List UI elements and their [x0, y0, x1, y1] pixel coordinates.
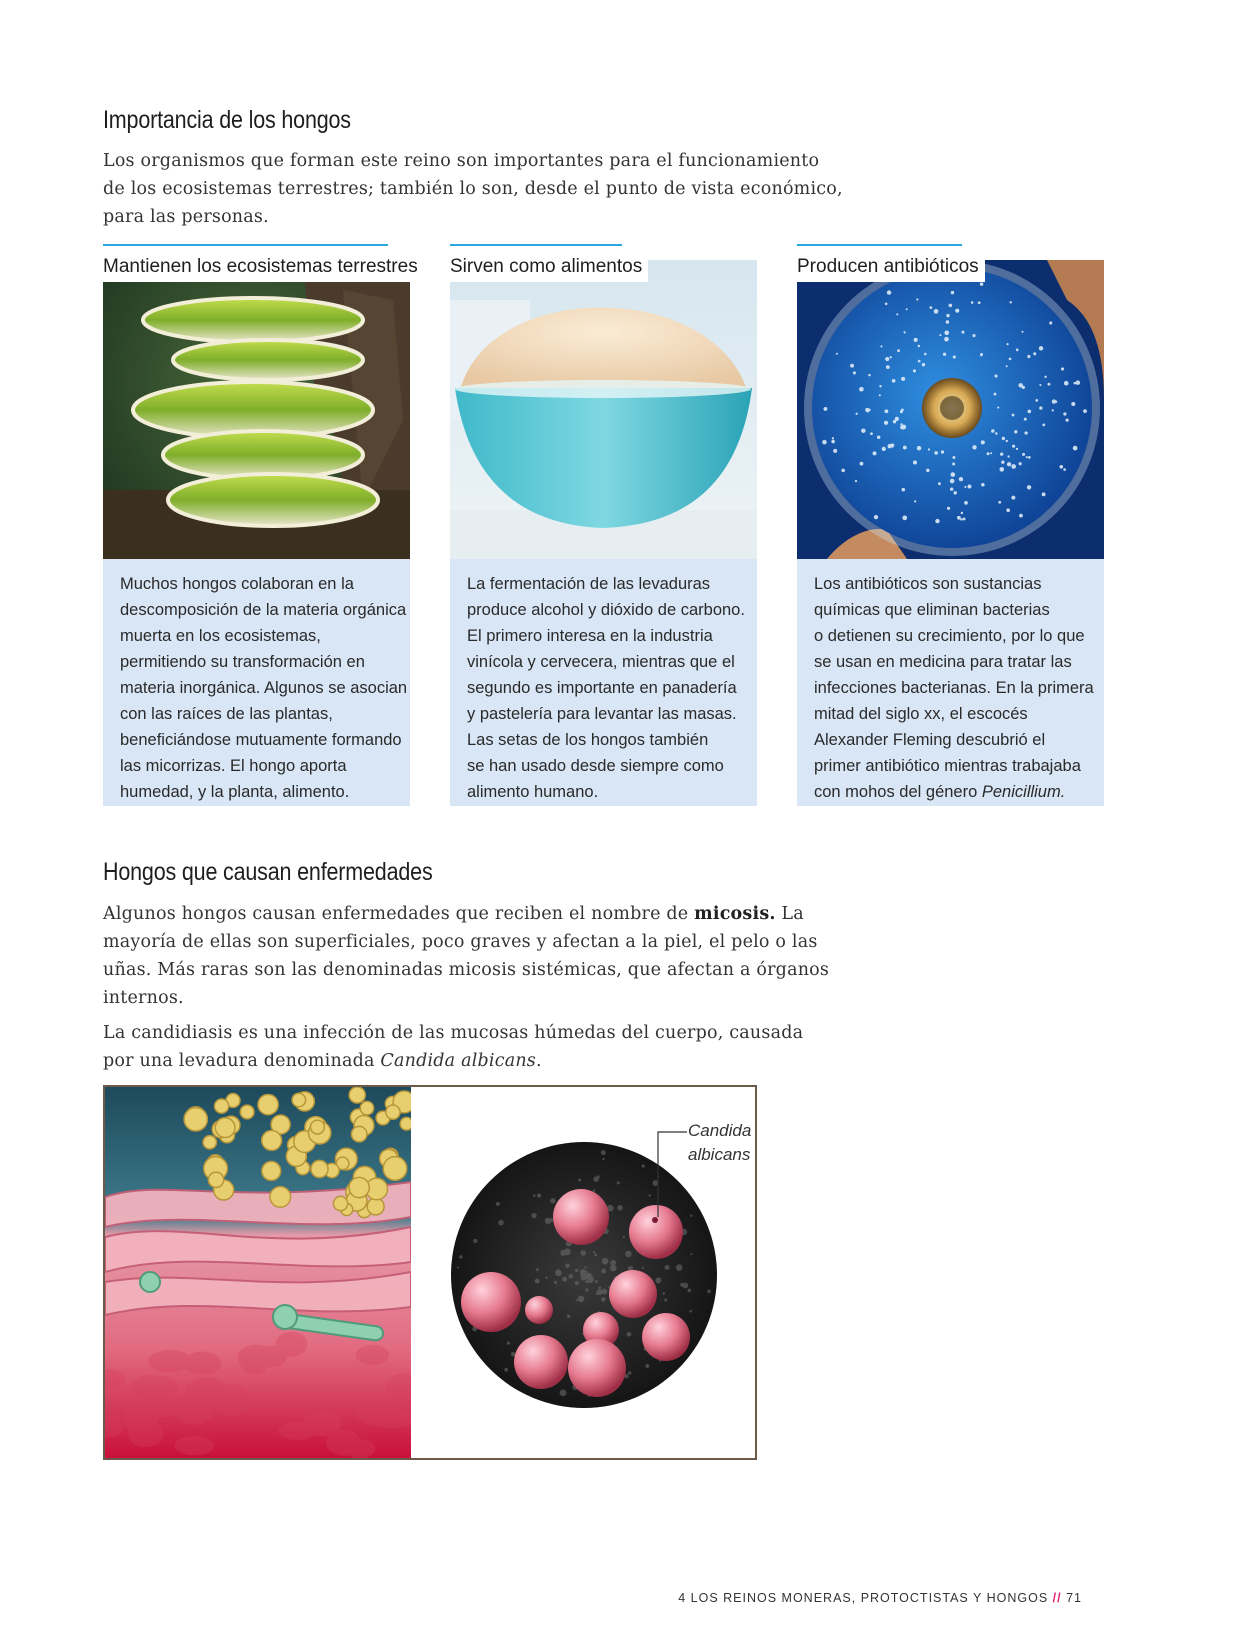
para-line: por una levadura denominada Candida albi…: [103, 1051, 542, 1071]
card-text-food: La fermentación de las levaduras produce…: [450, 559, 757, 806]
section-title-diseases: Hongos que causan enfermedades: [103, 858, 433, 886]
card-line: infecciones bacterianas. En la primera: [814, 679, 1094, 697]
card-line: se han usado desde siempre como: [467, 757, 724, 775]
card-line: permitiendo su transformación en: [120, 653, 365, 671]
diseases-paragraph-1: Algunos hongos causan enfermedades que r…: [103, 900, 830, 1012]
card-text-ecosystems: Muchos hongos colaboran en la descomposi…: [103, 559, 410, 806]
card-line: mitad del siglo xx, el escocés: [814, 705, 1028, 723]
card-line: Muchos hongos colaboran en la: [120, 575, 354, 593]
card-accent-line: [797, 244, 962, 246]
card-heading: Producen antibióticos: [797, 254, 985, 282]
card-line: las micorrizas. El hongo aporta: [120, 757, 347, 775]
card-line: químicas que eliminan bacterias: [814, 601, 1050, 619]
para-line: uñas. Más raras son las denominadas mico…: [103, 960, 830, 980]
candida-label: Candida albicans: [688, 1119, 751, 1167]
intro-line: de los ecosistemas terrestres; también l…: [103, 179, 843, 199]
shelf-fungus-photo: [103, 260, 410, 559]
card-line: Los antibióticos son sustancias: [814, 575, 1042, 593]
intro-line: para las personas.: [103, 207, 269, 227]
section-title-importance: Importancia de los hongos: [103, 106, 351, 134]
para-line: mayoría de ellas son superficiales, poco…: [103, 932, 818, 952]
card-line: muerta en los ecosistemas,: [120, 627, 321, 645]
card-line: vinícola y cervecera, mientras que el: [467, 653, 735, 671]
card-line: El primero interesa en la industria: [467, 627, 713, 645]
label-leader-line: [657, 1131, 687, 1217]
petri-dish-photo: [797, 260, 1104, 559]
card-line: segundo es importante en panadería: [467, 679, 737, 697]
intro-line: Los organismos que forman este reino son…: [103, 151, 820, 171]
diseases-paragraph-2: La candidiasis es una infección de las m…: [103, 1019, 803, 1075]
card-heading: Mantienen los ecosistemas terrestres: [103, 254, 424, 282]
card-line: Las setas de los hongos también: [467, 731, 709, 749]
card-line: o detienen su crecimiento, por lo que: [814, 627, 1085, 645]
card-line: se usan en medicina para tratar las: [814, 653, 1072, 671]
card-line: con las raíces de las plantas,: [120, 705, 333, 723]
intro-paragraph: Los organismos que forman este reino son…: [103, 147, 843, 231]
card-line: y pastelería para levantar las masas.: [467, 705, 737, 723]
card-accent-line: [450, 244, 622, 246]
card-text-antibiotics: Los antibióticos son sustancias químicas…: [797, 559, 1104, 806]
card-line: con mohos del género Penicillium.: [814, 783, 1066, 801]
footer-chapter: 4 LOS REINOS MONERAS, PROTOCTISTAS Y HON…: [678, 1591, 1049, 1605]
candida-label-line: Candida: [688, 1121, 752, 1140]
card-line: materia inorgánica. Algunos se asocian: [120, 679, 408, 697]
card-line: humedad, y la planta, alimento.: [120, 783, 350, 801]
para-line: La candidiasis es una infección de las m…: [103, 1023, 804, 1043]
tissue-illustration: [105, 1087, 411, 1458]
para-line: internos.: [103, 988, 184, 1008]
card-line: alimento humano.: [467, 783, 599, 801]
card-line: primer antibiótico mientras trabajaba: [814, 757, 1081, 775]
card-line: Alexander Fleming descubrió el: [814, 731, 1046, 749]
page-footer: 4 LOS REINOS MONERAS, PROTOCTISTAS Y HON…: [678, 1591, 1082, 1605]
candida-label-line: albicans: [688, 1145, 751, 1164]
para-line: Algunos hongos causan enfermedades que r…: [103, 904, 804, 924]
card-accent-line: [103, 244, 388, 246]
dough-bowl-photo: [450, 260, 757, 559]
card-heading: Sirven como alimentos: [450, 254, 649, 282]
footer-page-number: 71: [1066, 1591, 1082, 1605]
footer-separator: //: [1052, 1591, 1062, 1605]
card-line: produce alcohol y dióxido de carbono.: [467, 601, 745, 619]
card-line: beneficiándose mutuamente formando: [120, 731, 402, 749]
card-line: descomposición de la materia orgánica: [120, 601, 407, 619]
card-line: La fermentación de las levaduras: [467, 575, 711, 593]
candidiasis-figure: Candida albicans: [103, 1085, 757, 1460]
